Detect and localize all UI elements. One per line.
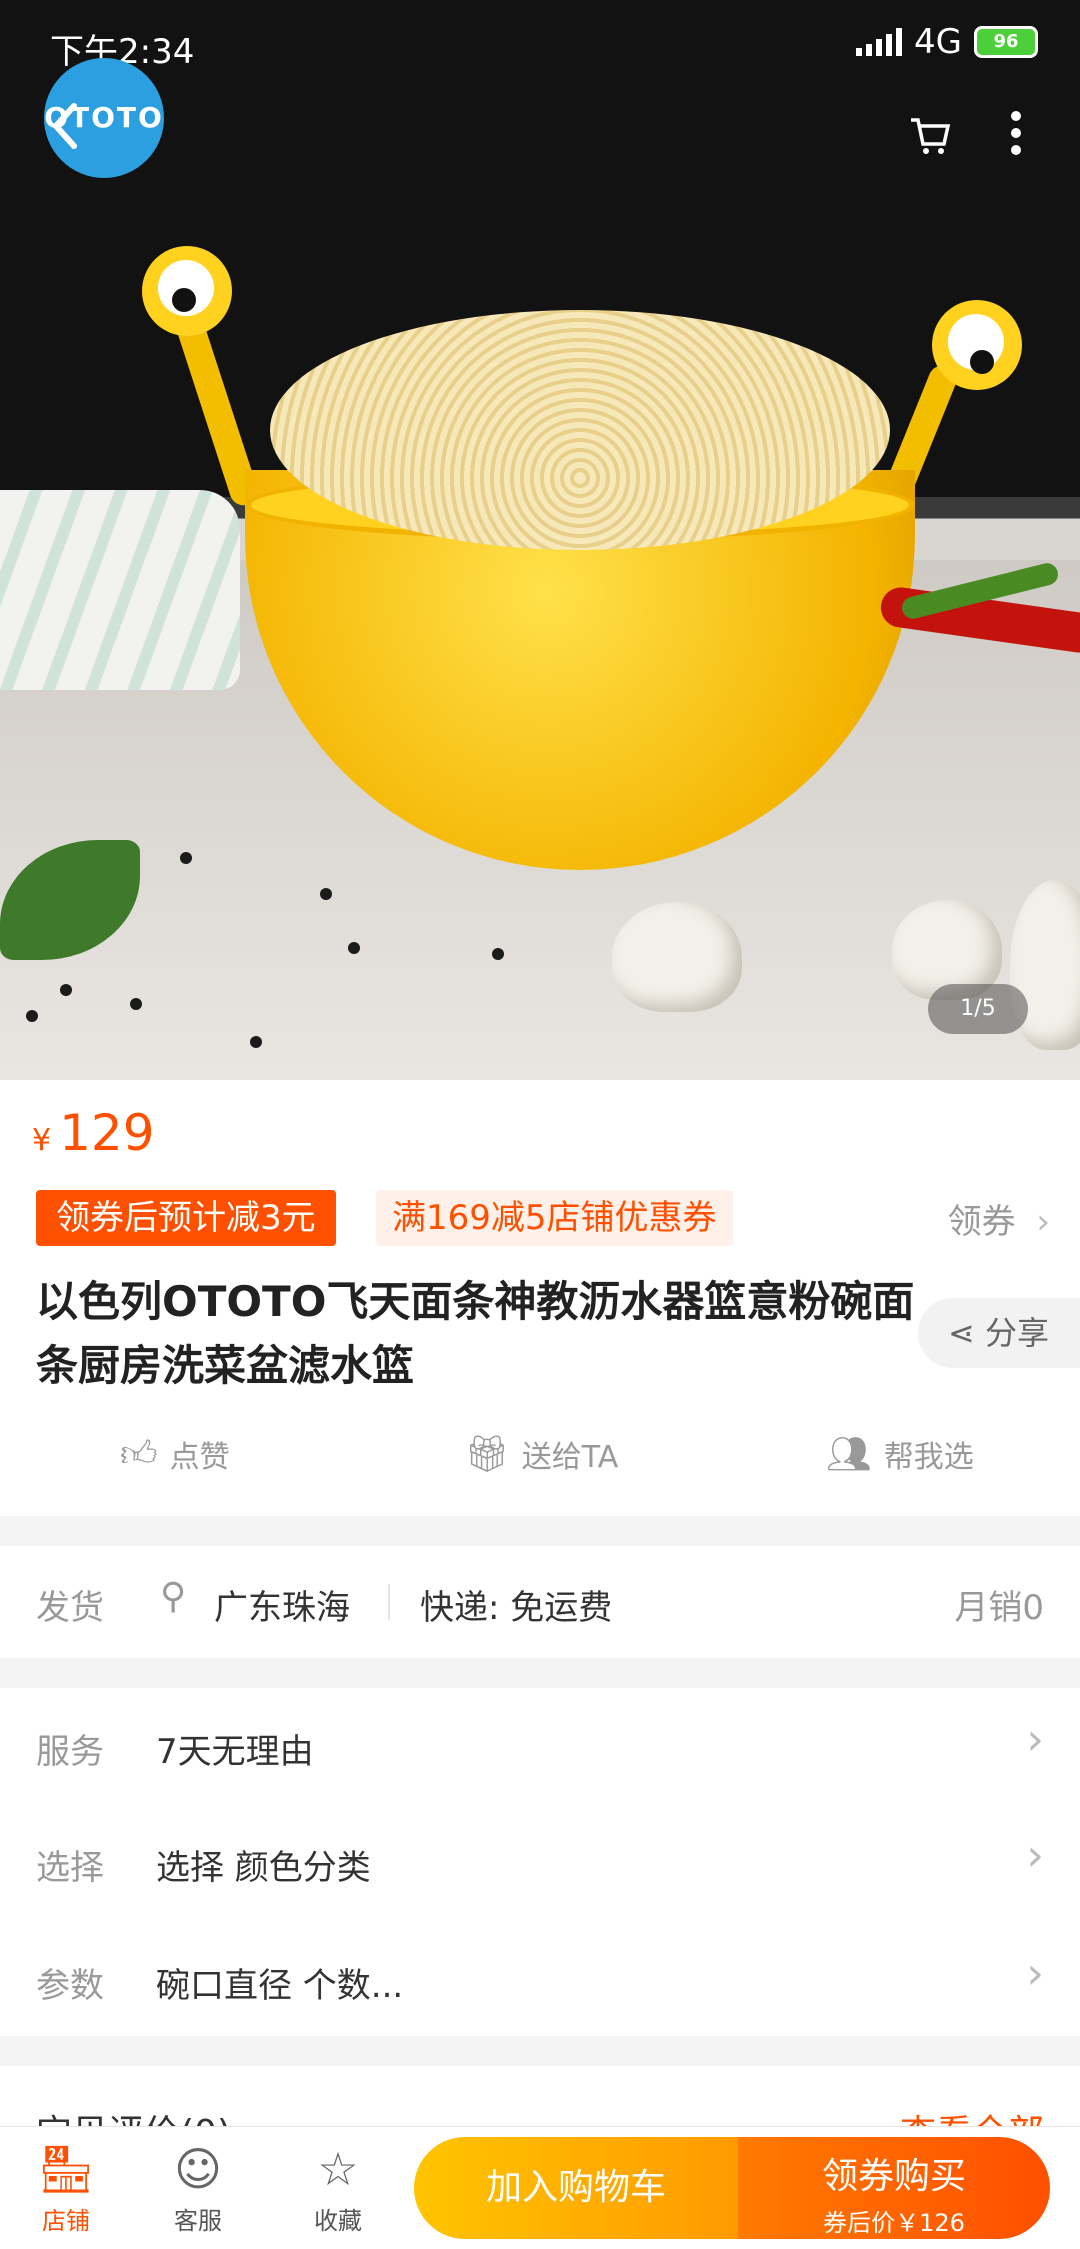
customer-service-button[interactable]: ☺ 客服 — [148, 2137, 248, 2236]
more-options-button[interactable] — [976, 100, 1056, 180]
cart-icon — [911, 118, 951, 154]
image-counter: 1/5 — [928, 984, 1028, 1034]
chevron-left-icon — [51, 103, 77, 149]
peppercorn — [348, 942, 360, 954]
thumbs-up-icon: 👍︎ — [120, 1434, 158, 1475]
product-title: 以色列OTOTO飞天面条神教沥水器篮意粉碗面条厨房洗菜盆滤水篮 — [36, 1277, 915, 1390]
shipping-label: 发货 — [36, 1588, 104, 1628]
like-label: 点赞 — [169, 1440, 230, 1475]
row-label: 参数 — [36, 1966, 104, 2006]
gift-button[interactable]: 🎁︎ 送给TA — [464, 1432, 618, 1476]
like-button[interactable]: 👍︎ 点赞 — [120, 1432, 230, 1476]
row-label: 服务 — [36, 1732, 104, 1772]
back-button[interactable] — [26, 96, 106, 176]
chevron-right-icon: › — [1026, 1714, 1044, 1765]
service-section: 服务 7天无理由 › 选择 选择 颜色分类 › 参数 碗口直径 个数... › — [0, 1688, 1080, 2036]
network-type: 4G — [914, 22, 962, 62]
pupil-right — [970, 350, 994, 374]
shop-label: 店铺 — [42, 2207, 90, 2235]
price: ¥129 — [32, 1104, 155, 1162]
gift-icon: 🎁︎ — [464, 1434, 510, 1475]
peppercorn — [492, 948, 504, 960]
store-icon: 🏪︎ — [36, 2142, 96, 2196]
peppercorn — [130, 998, 142, 1010]
buy-with-coupon-button[interactable]: 领券购买 券后价￥126 — [738, 2137, 1050, 2239]
divider — [388, 1584, 390, 1620]
help-choose-label: 帮我选 — [883, 1440, 974, 1475]
price-section: ¥129 领券后预计减3元 满169减5店铺优惠券 领券 › 以色列OTOTO飞… — [0, 1080, 1080, 1516]
chat-face-icon: ☺ — [174, 2142, 222, 2196]
peppercorn — [180, 852, 192, 864]
reviews-section: 宝贝评价(0) 查看全部 — [0, 2066, 1080, 2126]
pupil-left — [172, 288, 196, 312]
favorite-button[interactable]: ☆ 收藏 — [288, 2137, 388, 2236]
get-coupon-label: 领券 — [947, 1202, 1016, 1242]
parameters-row[interactable]: 参数 碗口直径 个数... › — [0, 1922, 1080, 2032]
express-fee: 快递: 免运费 — [420, 1588, 613, 1628]
location-pin-icon: ⚲ — [160, 1576, 187, 1617]
status-bar: 下午2:34 4G 96 — [0, 0, 1080, 90]
currency-symbol: ¥ — [32, 1123, 52, 1158]
view-all-reviews-link[interactable]: 查看全部 — [900, 2104, 1044, 2126]
peppercorn — [320, 888, 332, 900]
add-to-cart-button[interactable]: 加入购物车 — [414, 2137, 738, 2239]
shipping-section: 发货 ⚲ 广东珠海 快递: 免运费 月销0 — [0, 1546, 1080, 1658]
chevron-right-icon: › — [1036, 1202, 1050, 1242]
reviews-title: 宝贝评价(0) — [36, 2104, 231, 2126]
price-value: 129 — [59, 1104, 155, 1162]
peppercorn — [60, 984, 72, 996]
select-options-row[interactable]: 选择 选择 颜色分类 › — [0, 1804, 1080, 1914]
star-icon: ☆ — [317, 2142, 359, 2196]
buy-label: 领券购买 — [821, 2156, 966, 2197]
peppercorn — [250, 1036, 262, 1048]
store-coupon-badge: 满169减5店铺优惠券 — [376, 1190, 733, 1246]
row-value: 选择 颜色分类 — [156, 1848, 371, 1888]
service-row[interactable]: 服务 7天无理由 › — [0, 1688, 1080, 1798]
more-vertical-icon — [1011, 111, 1021, 155]
shipping-location: 广东珠海 — [214, 1588, 350, 1628]
coupon-estimate-badge: 领券后预计减3元 — [36, 1190, 336, 1246]
share-icon: ⋖ — [948, 1314, 975, 1352]
chevron-right-icon: › — [1026, 1830, 1044, 1881]
spaghetti — [270, 310, 890, 550]
chevron-right-icon: › — [1026, 1948, 1044, 1999]
after-coupon-price: 券后价￥126 — [823, 2209, 965, 2237]
battery-icon: 96 — [974, 26, 1038, 58]
help-choose-button[interactable]: 👥︎ 帮我选 — [826, 1432, 974, 1476]
bottom-action-bar: 🏪︎ 店铺 ☺ 客服 ☆ 收藏 加入购物车 领券购买 券后价￥126 — [0, 2126, 1080, 2249]
towel-decoration — [0, 490, 240, 690]
people-icon: 👥︎ — [826, 1434, 872, 1475]
favorite-label: 收藏 — [314, 2207, 362, 2235]
share-label: 分享 — [984, 1314, 1049, 1352]
mushroom — [612, 902, 742, 1012]
eye-right — [932, 300, 1022, 390]
get-coupon-link[interactable]: 领券 › — [948, 1194, 1050, 1243]
row-label: 选择 — [36, 1848, 104, 1888]
row-value: 碗口直径 个数... — [156, 1966, 404, 2006]
cart-button[interactable] — [890, 100, 970, 180]
gift-label: 送给TA — [521, 1440, 619, 1475]
monthly-sales: 月销0 — [954, 1588, 1044, 1628]
shop-button[interactable]: 🏪︎ 店铺 — [16, 2137, 116, 2236]
row-value: 7天无理由 — [156, 1732, 314, 1772]
signal-icon — [856, 28, 903, 56]
service-label: 客服 — [174, 2207, 222, 2235]
peppercorn — [26, 1010, 38, 1022]
share-button[interactable]: ⋖ 分享 — [918, 1298, 1080, 1368]
